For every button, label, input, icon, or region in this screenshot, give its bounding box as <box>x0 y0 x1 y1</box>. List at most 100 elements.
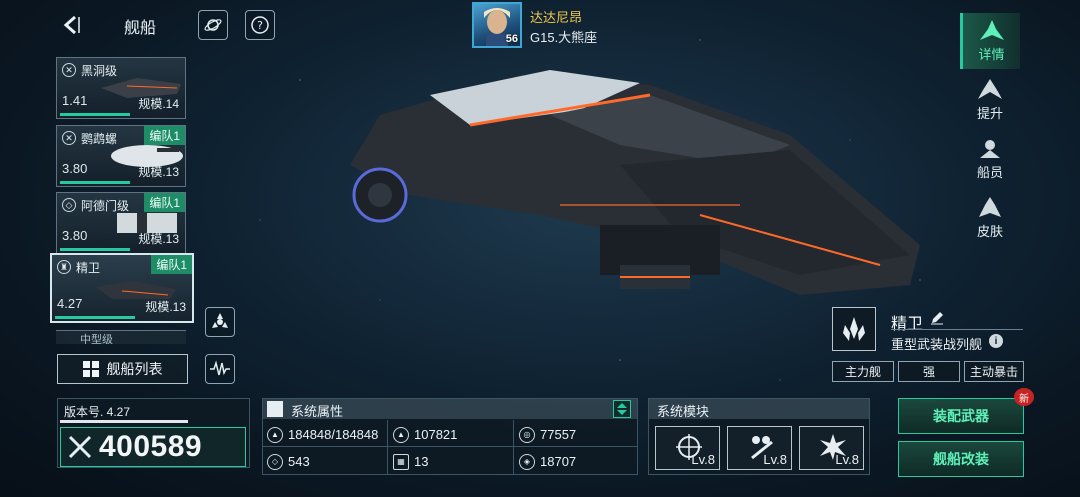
ship-class-icon: ✕ <box>62 131 76 145</box>
new-badge: 新 <box>1014 388 1034 406</box>
ship-tag-skill: 主动暴击 <box>964 361 1024 382</box>
fleet-icon <box>212 313 228 328</box>
system-attributes-panel: 系统属性 ▲ 184848/184848 ▲ 107821 ◎ 77557 ◇ 543 … <box>262 398 638 475</box>
page-title: 舰船 <box>123 20 156 37</box>
fleet-view-button[interactable] <box>205 307 235 337</box>
tab-upgrade[interactable]: 提升 <box>960 72 1020 128</box>
ship-card[interactable]: ✕ 黑洞级 1.41 规模.14 <box>56 57 186 119</box>
system-modules-panel: 系统模块 Lv.8 Lv.8 Lv.8 <box>648 398 870 475</box>
ship-progress-bar <box>60 113 130 116</box>
combat-power-value: 400589 <box>99 430 203 463</box>
svg-text:?: ? <box>257 19 263 32</box>
tab-detail[interactable]: 详情 <box>960 13 1020 69</box>
attribute-value: 184848/184848 <box>288 427 379 442</box>
help-button[interactable]: ? <box>245 10 275 40</box>
cargo-icon: ◈ <box>519 453 535 470</box>
ship-type: 重型武装战列舰 <box>891 337 983 352</box>
attribute-speed: ◇ 543 <box>267 449 310 474</box>
waveform-icon <box>210 360 230 376</box>
engine-icon: ◇ <box>267 453 283 470</box>
armor-icon: ▲ <box>393 426 409 443</box>
player-level: 56 <box>505 33 518 45</box>
ship-model <box>350 70 920 295</box>
attribute-value: 107821 <box>414 427 458 442</box>
hull-icon: ▲ <box>267 426 283 443</box>
checkered-flag-icon: ▦ <box>393 453 409 470</box>
title-underline <box>891 329 1023 330</box>
attribute-value: 18707 <box>540 454 577 469</box>
upgrade-icon <box>978 79 1002 99</box>
skin-icon <box>979 197 1001 217</box>
ship-card-selected[interactable]: ♜ 精卫 编队1 4.27 规模.13 <box>50 253 194 323</box>
player-location: G15.大熊座 <box>530 30 598 45</box>
ship-emblem <box>832 307 876 351</box>
planet-icon <box>204 19 222 31</box>
info-icon[interactable]: i <box>989 334 1003 348</box>
edit-icon[interactable] <box>930 311 944 325</box>
ship-progress-bar <box>55 316 135 319</box>
module-slot-weapon[interactable]: Lv.8 <box>727 426 792 470</box>
player-name: 达达尼昂 <box>530 10 583 25</box>
tab-label: 提升 <box>976 106 1003 121</box>
attributes-toggle-button[interactable] <box>613 400 631 418</box>
signal-button[interactable] <box>205 354 235 384</box>
ship-version: 3.80 <box>62 161 88 176</box>
attributes-icon <box>267 401 283 417</box>
attributes-header: 系统属性 <box>263 399 637 419</box>
module-slot-targeting[interactable]: Lv.8 <box>655 426 720 470</box>
attribute-value: 77557 <box>540 427 577 442</box>
combat-power-box: 400589 <box>60 427 246 467</box>
ship-card-partial[interactable]: 中型级 <box>56 330 186 344</box>
ship-card[interactable]: ✕ 鹦鹉螺 编队1 3.80 规模.13 <box>56 125 186 187</box>
crossed-swords-icon <box>68 435 92 459</box>
flame-emblem-icon <box>843 317 865 341</box>
version-panel: 版本号. 4.27 400589 <box>57 398 250 468</box>
ship-class-icon: ✕ <box>62 63 76 77</box>
ship-version: 4.27 <box>57 296 83 311</box>
modify-ship-button[interactable]: 舰船改装 <box>898 441 1024 477</box>
equip-weapons-button[interactable]: 装配武器 <box>898 398 1024 434</box>
ship-progress-bar <box>60 248 130 251</box>
ship-scale: 规模.14 <box>138 97 179 111</box>
detail-icon <box>979 20 1004 40</box>
ship-list-label: 舰船列表 <box>106 361 163 377</box>
modules-header: 系统模块 <box>649 399 869 419</box>
ship-scale: 规模.13 <box>145 300 186 314</box>
attribute-cargo: ◈ 18707 <box>519 449 576 474</box>
ship-progress-bar <box>60 181 130 184</box>
tab-label: 皮肤 <box>976 224 1003 239</box>
module-level: Lv.8 <box>763 452 787 467</box>
player-avatar[interactable]: 56 <box>472 2 522 48</box>
attribute-flag: ▦ 13 <box>393 449 428 474</box>
tab-crew[interactable]: 船员 <box>960 131 1020 187</box>
tab-label: 详情 <box>978 47 1005 62</box>
modules-title: 系统模块 <box>657 404 710 419</box>
question-icon: ? <box>251 16 269 34</box>
ship-tag-role: 主力舰 <box>832 361 894 382</box>
planet-button[interactable] <box>198 10 228 40</box>
ship-class-icon: ♜ <box>57 260 71 274</box>
attribute-value: 13 <box>414 454 429 469</box>
fleet-tag: 编队1 <box>151 255 192 274</box>
ship-card[interactable]: ◇ 阿德门级 编队1 3.80 规模.13 <box>56 192 186 254</box>
tab-label: 船员 <box>976 165 1003 180</box>
ship-scale: 规模.13 <box>138 165 179 179</box>
ship-class-icon: ◇ <box>62 198 76 212</box>
expand-toggle-icon <box>617 403 627 415</box>
shield-icon: ◎ <box>519 426 535 443</box>
crew-icon <box>980 140 1000 158</box>
ship-version: 3.80 <box>62 228 88 243</box>
module-level: Lv.8 <box>691 452 715 467</box>
attribute-armor: ▲ 107821 <box>393 422 457 447</box>
ship-version: 1.41 <box>62 93 88 108</box>
tab-skin[interactable]: 皮肤 <box>960 190 1020 246</box>
ship-scale: 规模.13 <box>138 232 179 246</box>
version-label: 版本号. 4.27 <box>64 405 131 419</box>
ship-list-button[interactable]: 舰船列表 <box>57 354 188 384</box>
divider <box>387 420 388 475</box>
chevron-left-icon <box>63 15 80 35</box>
ship-tag-strength: 强 <box>898 361 960 382</box>
module-slot-explosive[interactable]: Lv.8 <box>799 426 864 470</box>
divider <box>513 420 514 475</box>
back-button[interactable] <box>56 10 86 40</box>
